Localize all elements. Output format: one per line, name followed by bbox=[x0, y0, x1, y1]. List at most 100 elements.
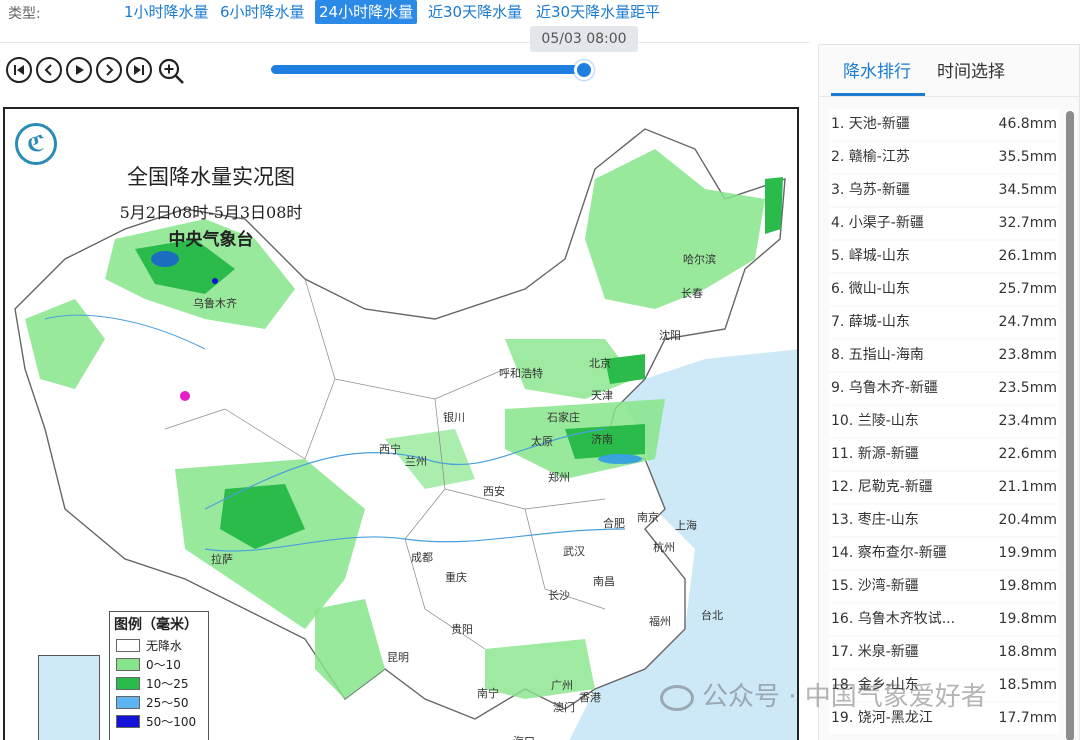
legend-title: 图例（毫米） bbox=[114, 617, 198, 633]
ranking-value: 34.5mm bbox=[998, 182, 1057, 198]
city-label: 北京 bbox=[589, 357, 611, 370]
type-button-24h[interactable]: 24小时降水量 bbox=[315, 0, 418, 24]
ranking-station-name: 10. 兰陵-山东 bbox=[831, 413, 919, 429]
ranking-station-name: 11. 新源-新疆 bbox=[831, 446, 919, 462]
ranking-station-name: 4. 小渠子-新疆 bbox=[831, 215, 924, 231]
ranking-row[interactable]: 17. 米泉-新疆 18.8mm bbox=[829, 637, 1059, 668]
city-label: 呼和浩特 bbox=[499, 367, 543, 380]
ranking-row[interactable]: 4. 小渠子-新疆 32.7mm bbox=[829, 208, 1059, 239]
city-label: 太原 bbox=[531, 435, 553, 448]
ranking-value: 26.1mm bbox=[998, 248, 1057, 264]
city-label: 南昌 bbox=[593, 575, 615, 588]
tab-ranking[interactable]: 降水排行 bbox=[843, 57, 911, 82]
ranking-row[interactable]: 12. 尼勒克-新疆 21.1mm bbox=[829, 472, 1059, 503]
ranking-row[interactable]: 11. 新源-新疆 22.6mm bbox=[829, 439, 1059, 470]
type-button-30d[interactable]: 近30天降水量 bbox=[424, 0, 526, 24]
ranking-row[interactable]: 6. 微山-山东 25.7mm bbox=[829, 274, 1059, 305]
ranking-panel: 降水排行 时间选择 1. 天池-新疆 46.8mm 2. 赣榆-江苏 35.5mm 3.… bbox=[818, 44, 1080, 740]
city-label: 济南 bbox=[591, 433, 613, 446]
ranking-row[interactable]: 3. 乌苏-新疆 34.5mm bbox=[829, 175, 1059, 206]
ranking-station-name: 5. 峄城-山东 bbox=[831, 248, 910, 264]
ranking-station-name: 16. 乌鲁木齐牧试... bbox=[831, 611, 956, 627]
prev-frame-button[interactable] bbox=[36, 57, 62, 83]
chevron-left-icon bbox=[44, 64, 52, 76]
city-label: 武汉 bbox=[563, 545, 585, 558]
ranking-row[interactable]: 13. 枣庄-山东 20.4mm bbox=[829, 505, 1059, 536]
legend-swatch bbox=[116, 696, 140, 709]
map-subtitle: 5月2日08时-5月3日08时 bbox=[119, 203, 303, 222]
legend-swatch bbox=[116, 639, 140, 652]
ranking-row[interactable]: 14. 察布查尔-新疆 19.9mm bbox=[829, 538, 1059, 569]
city-label: 哈尔滨 bbox=[683, 253, 716, 266]
map-agency: 中央气象台 bbox=[168, 230, 254, 250]
city-label: 南宁 bbox=[477, 687, 499, 700]
zoom-in-button[interactable] bbox=[156, 56, 186, 86]
legend-swatch bbox=[116, 715, 140, 728]
time-slider-thumb[interactable] bbox=[574, 60, 594, 80]
ranking-value: 24.7mm bbox=[998, 314, 1057, 330]
ranking-row[interactable]: 9. 乌鲁木齐-新疆 23.5mm bbox=[829, 373, 1059, 404]
legend-item: 无降水 bbox=[110, 636, 208, 655]
ranking-station-name: 12. 尼勒克-新疆 bbox=[831, 479, 933, 495]
legend-item: 50～100 bbox=[110, 712, 208, 731]
ranking-station-name: 3. 乌苏-新疆 bbox=[831, 182, 910, 198]
type-button-30d-anomaly[interactable]: 近30天降水量距平 bbox=[532, 0, 664, 24]
ranking-scrollbar[interactable] bbox=[1066, 111, 1074, 740]
ranking-row[interactable]: 2. 赣榆-江苏 35.5mm bbox=[829, 142, 1059, 173]
ranking-station-name: 14. 察布查尔-新疆 bbox=[831, 545, 947, 561]
ranking-station-name: 6. 微山-山东 bbox=[831, 281, 910, 297]
time-tooltip: 05/03 08:00 bbox=[530, 26, 638, 52]
active-tab-indicator bbox=[831, 93, 925, 96]
city-label: 拉萨 bbox=[211, 553, 233, 566]
ranking-value: 17.7mm bbox=[998, 710, 1057, 726]
ranking-station-name: 2. 赣榆-江苏 bbox=[831, 149, 910, 165]
ranking-station-name: 13. 枣庄-山东 bbox=[831, 512, 919, 528]
first-frame-button[interactable] bbox=[6, 57, 32, 83]
ranking-value: 46.8mm bbox=[998, 116, 1057, 132]
cma-logo: ℭ bbox=[15, 123, 57, 165]
city-label: 沈阳 bbox=[659, 329, 681, 342]
ranking-row[interactable]: 15. 沙湾-新疆 19.8mm bbox=[829, 571, 1059, 602]
next-frame-button[interactable] bbox=[96, 57, 122, 83]
city-label: 合肥 bbox=[603, 517, 625, 530]
ranking-station-name: 15. 沙湾-新疆 bbox=[831, 578, 919, 594]
ranking-row[interactable]: 16. 乌鲁木齐牧试... 19.8mm bbox=[829, 604, 1059, 635]
ranking-value: 21.1mm bbox=[998, 479, 1057, 495]
ranking-value: 19.8mm bbox=[998, 578, 1057, 594]
last-frame-button[interactable] bbox=[126, 57, 152, 83]
legend-item: 10～25 bbox=[110, 674, 208, 693]
city-label: 天津 bbox=[591, 389, 613, 402]
play-button[interactable] bbox=[66, 57, 92, 83]
city-label: 石家庄 bbox=[547, 411, 580, 424]
ranking-value: 23.5mm bbox=[998, 380, 1057, 396]
ranking-station-name: 17. 米泉-新疆 bbox=[831, 644, 919, 660]
type-button-1h[interactable]: 1小时降水量 bbox=[120, 0, 213, 24]
city-label: 贵阳 bbox=[451, 623, 473, 636]
city-label: 台北 bbox=[701, 609, 723, 622]
city-label: 澳门 bbox=[553, 701, 575, 714]
type-bar: 类型: 1小时降水量 6小时降水量 24小时降水量 近30天降水量 近30天降水… bbox=[0, 0, 1080, 26]
precipitation-map[interactable]: ℭ 全国降水量实况图 5月2日08时-5月3日08时 中央气象台 乌鲁木齐 哈尔… bbox=[3, 107, 799, 740]
chevron-right-icon bbox=[106, 64, 114, 76]
skip-end-icon bbox=[134, 65, 144, 75]
ranking-row[interactable]: 10. 兰陵-山东 23.4mm bbox=[829, 406, 1059, 437]
ranking-value: 35.5mm bbox=[998, 149, 1057, 165]
ranking-list: 1. 天池-新疆 46.8mm 2. 赣榆-江苏 35.5mm 3. 乌苏-新疆 34.5… bbox=[829, 109, 1059, 736]
tab-time-select[interactable]: 时间选择 bbox=[937, 57, 1005, 82]
ranking-row[interactable]: 7. 薛城-山东 24.7mm bbox=[829, 307, 1059, 338]
city-label: 银川 bbox=[443, 411, 465, 424]
legend-swatch bbox=[116, 658, 140, 671]
city-label: 兰州 bbox=[405, 455, 427, 468]
ranking-row[interactable]: 1. 天池-新疆 46.8mm bbox=[829, 109, 1059, 140]
ranking-row[interactable]: 5. 峄城-山东 26.1mm bbox=[829, 241, 1059, 272]
map-title: 全国降水量实况图 bbox=[127, 165, 295, 189]
panel-tabs: 降水排行 时间选择 bbox=[819, 45, 1080, 97]
type-label: 类型: bbox=[8, 6, 41, 22]
top-divider bbox=[0, 42, 810, 43]
type-button-6h[interactable]: 6小时降水量 bbox=[216, 0, 309, 24]
zoom-in-icon bbox=[158, 58, 184, 84]
ranking-station-name: 7. 薛城-山东 bbox=[831, 314, 910, 330]
ranking-row[interactable]: 8. 五指山-海南 23.8mm bbox=[829, 340, 1059, 371]
ranking-station-name: 9. 乌鲁木齐-新疆 bbox=[831, 380, 938, 396]
time-slider-track[interactable] bbox=[271, 65, 587, 74]
